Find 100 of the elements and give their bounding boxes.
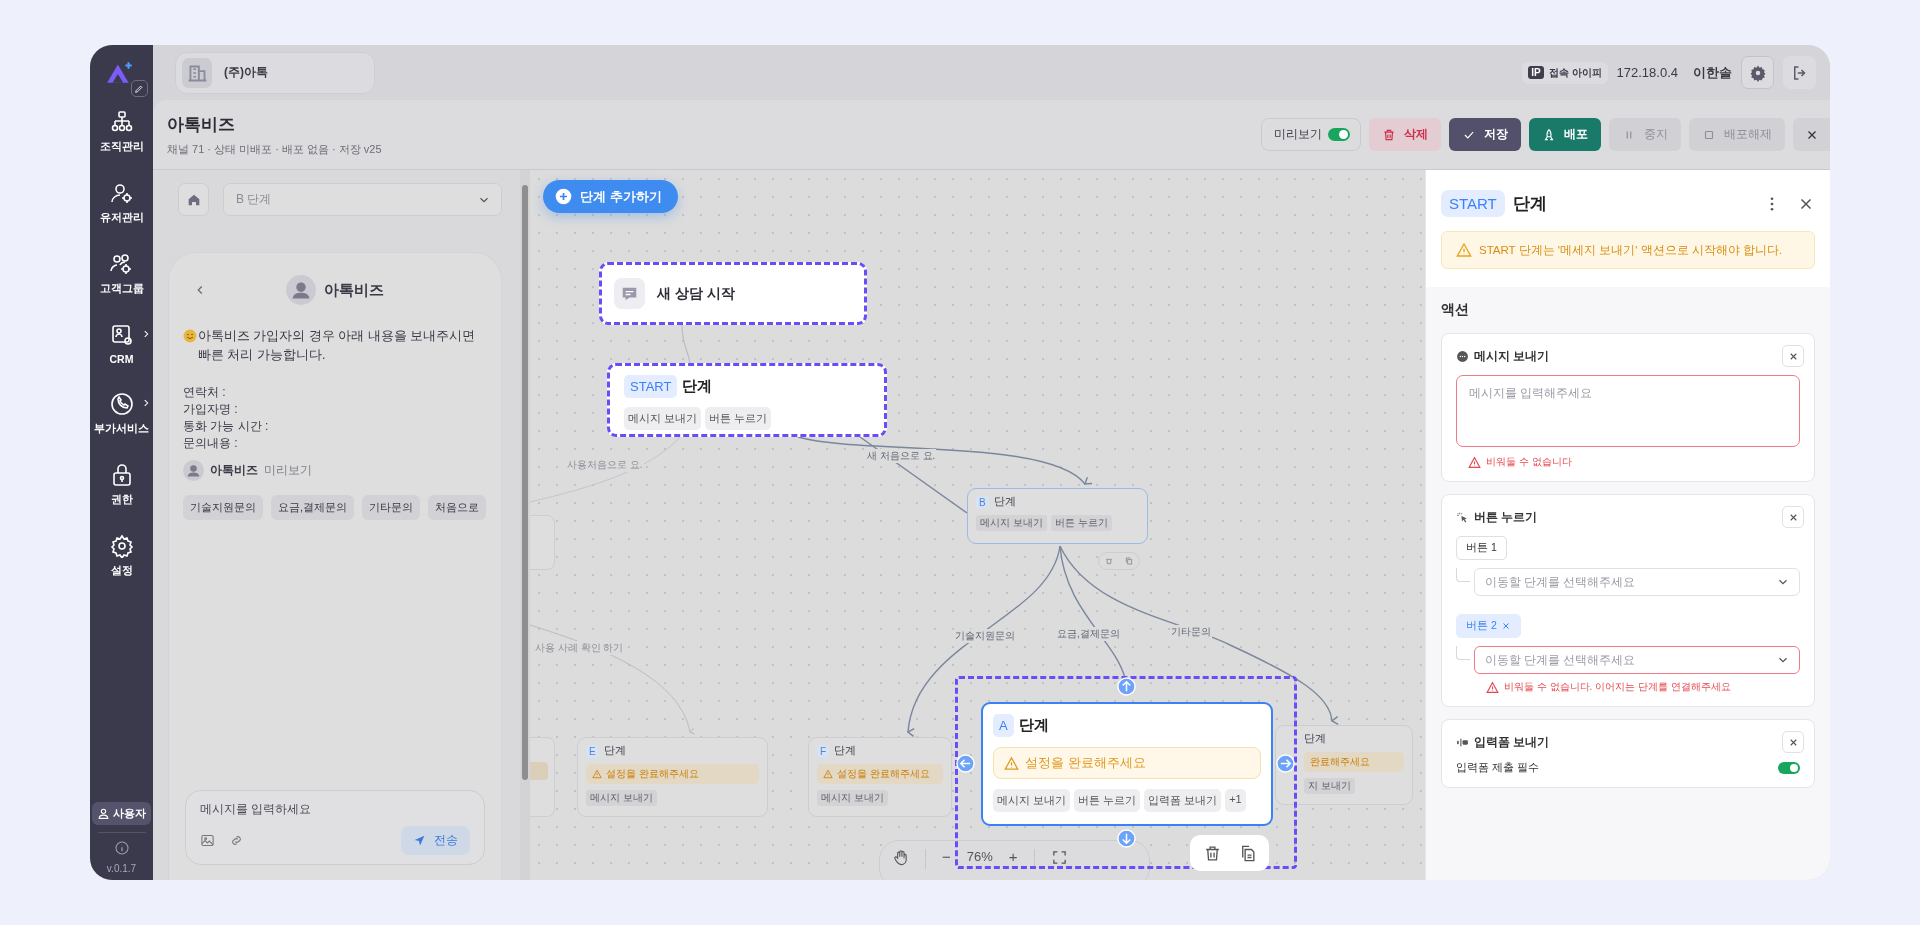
version-text: v.0.1.7 <box>106 863 137 874</box>
rocket-icon <box>1542 127 1556 142</box>
action-title: 입력폼 보내기 <box>1474 733 1550 751</box>
arrow-right-icon[interactable] <box>1276 754 1295 773</box>
quick-reply-button[interactable]: 기술지원문의 <box>183 495 263 520</box>
toggle-switch[interactable] <box>1778 762 1800 774</box>
form-field-label: 통화 가능 시간 : <box>183 418 270 435</box>
action-chip: 메시지 보내기 <box>817 790 888 806</box>
step-node[interactable]: START 단계 메시지 보내기 버튼 누르기 <box>607 363 887 437</box>
connector-label: 요금,결제문의 <box>1056 627 1121 641</box>
action-chip: 메시지 보내기 <box>993 789 1071 812</box>
step-badge: F <box>817 744 830 758</box>
error-text: 비워둘 수 없습니다. 이어지는 단계를 연결해주세요 <box>1504 680 1731 694</box>
warning-icon <box>592 769 602 779</box>
preview-toggle-button[interactable]: 미리보기 <box>1261 118 1361 151</box>
building-icon <box>182 57 212 88</box>
arrow-up-icon[interactable] <box>1117 677 1136 696</box>
remove-button[interactable] <box>1782 345 1804 367</box>
action-chip: 메시지 보내기 <box>976 515 1047 531</box>
sidebar-item[interactable]: 권한 <box>90 460 153 510</box>
pencil-icon <box>134 83 144 94</box>
fullscreen-icon[interactable] <box>1050 849 1068 866</box>
quick-reply-button[interactable]: 기타문의 <box>362 495 421 520</box>
edit-button[interactable] <box>130 80 148 97</box>
person-icon <box>97 807 110 820</box>
remove-button[interactable] <box>1782 731 1804 753</box>
step-node[interactable]: F 단계 설정을 완료해주세요 메시지 보내기 <box>808 737 952 817</box>
preview-tag: 미리보기 <box>264 462 312 479</box>
id-card-icon <box>109 323 134 347</box>
sidebar-item[interactable]: CRM <box>90 320 153 368</box>
user-gear-icon <box>109 181 134 205</box>
panel-title: 단계 <box>1512 193 1547 215</box>
image-icon[interactable] <box>200 833 215 848</box>
action-button[interactable]: 배포 <box>1529 118 1601 151</box>
action-chip: 버튼 누르기 <box>1074 789 1141 812</box>
hand-icon[interactable] <box>892 849 909 866</box>
bot-name: 아톡비즈 <box>324 280 384 300</box>
node-title: 새 상담 시작 <box>657 284 735 303</box>
user-name: 이한솔 <box>1693 63 1732 82</box>
warning-text: 완료해주세요 <box>1310 755 1370 769</box>
form-field-label: 가입자명 : <box>183 401 239 418</box>
remove-button[interactable] <box>1782 506 1804 528</box>
sidebar-item[interactable]: 조직관리 <box>90 107 153 157</box>
flow-title: 아톡비즈 <box>167 113 236 136</box>
quick-reply-button[interactable]: 처음으로 <box>428 495 487 520</box>
action-button[interactable]: 저장 <box>1449 118 1521 151</box>
home-button[interactable] <box>178 183 209 216</box>
message-input[interactable]: 메시지를 입력해주세요 <box>1456 375 1800 447</box>
settings-button[interactable] <box>1741 56 1774 89</box>
ip-tag: IP <box>1528 66 1544 79</box>
step-node[interactable]: 단계 완료해주세요 지 보내기 <box>1275 725 1413 805</box>
pointer-click-icon <box>1456 510 1469 524</box>
close-button[interactable] <box>1793 118 1830 151</box>
sidebar-item[interactable]: 부가서비스 <box>90 389 153 439</box>
send-icon <box>413 834 426 847</box>
action-title: 메시지 보내기 <box>1474 347 1550 365</box>
sidebar-item[interactable]: 설정 <box>90 531 153 581</box>
chat-bubble-icon <box>1456 349 1469 363</box>
step-node[interactable]: B 단계 메시지 보내기 버튼 누르기 <box>967 488 1148 544</box>
action-chip: +1 <box>1225 789 1246 812</box>
sidebar-item[interactable]: 유저관리 <box>90 178 153 228</box>
org-chart-icon <box>109 110 134 134</box>
info-icon[interactable] <box>113 840 130 856</box>
quick-reply-button[interactable]: 요금,결제문의 <box>271 495 355 520</box>
trash-icon <box>1382 127 1396 142</box>
sidebar-item[interactable]: 고객그룹 <box>90 249 153 299</box>
step-badge: E <box>586 744 599 758</box>
node-title: 단계 <box>1304 732 1326 746</box>
scrollbar[interactable] <box>520 170 530 880</box>
zoom-level: 76% <box>966 849 993 865</box>
step-badge: START <box>624 375 678 398</box>
form-field-label: 연락처 : <box>183 384 227 401</box>
connector-label: 기타문의 <box>1170 625 1212 639</box>
zoom-out-button[interactable]: − <box>942 849 951 865</box>
button-tag[interactable]: 버튼 1 <box>1456 536 1507 560</box>
arrow-down-icon[interactable] <box>1117 829 1136 848</box>
node-title: 단계 <box>603 744 626 758</box>
link-icon[interactable] <box>229 833 244 848</box>
settings-icon <box>1748 63 1767 82</box>
settings-icon <box>109 534 134 558</box>
avatar-icon <box>286 275 316 305</box>
action-chip: 지 보내기 <box>1304 778 1355 794</box>
option-label: 입력폼 제출 필수 <box>1456 761 1539 775</box>
step-node[interactable]: A 단계 설정을 완료해주세요 메시지 보내기 버튼 누르기 입력폼 보내기 +1 <box>981 702 1273 826</box>
plus-circle-icon <box>555 188 572 205</box>
warning-text: 설정을 완료해주세요 <box>837 767 930 781</box>
phone-icon <box>109 392 134 416</box>
workspace-selector[interactable]: (주)아톡 <box>175 51 375 94</box>
arrow-left-icon[interactable] <box>956 754 975 773</box>
trigger-node[interactable]: 새 상담 시작 <box>599 262 867 325</box>
step-node[interactable]: E 단계 설정을 완료해주세요 메시지 보내기 <box>577 737 768 817</box>
zoom-in-button[interactable]: + <box>1008 849 1018 865</box>
node-title: 단계 <box>1018 716 1049 735</box>
user-button[interactable]: 사용자 <box>92 802 151 825</box>
close-icon[interactable] <box>1500 621 1511 631</box>
logout-button[interactable] <box>1783 56 1816 89</box>
step-select-field[interactable]: 이동할 단계를 선택해주세요 <box>1474 646 1800 674</box>
step-badge: B <box>976 495 989 509</box>
error-text: 비워둘 수 없습니다 <box>1486 455 1572 469</box>
toggle-switch[interactable] <box>1328 128 1350 141</box>
